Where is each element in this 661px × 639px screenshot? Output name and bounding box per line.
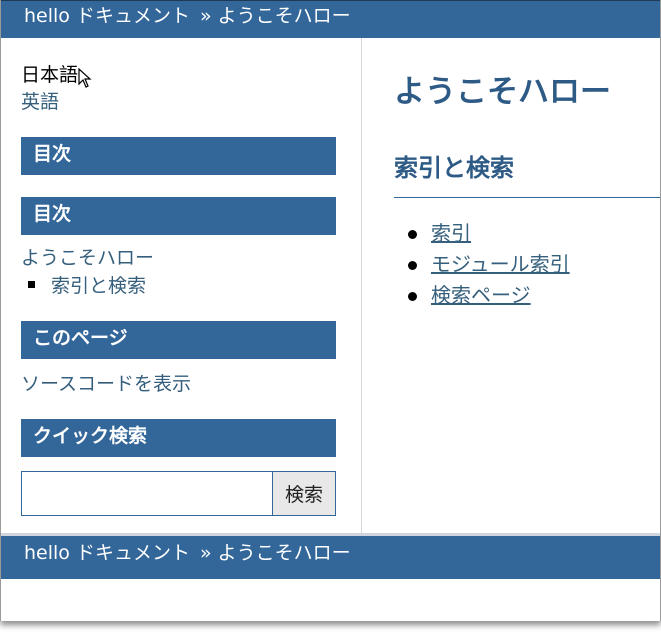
- list-item: 索引: [408, 219, 570, 250]
- toc-heading-secondary: 目次: [21, 197, 336, 235]
- toc-link-welcome[interactable]: ようこそハロー: [21, 243, 154, 270]
- breadcrumb-current: ようこそハロー: [217, 5, 351, 27]
- main-content: ようこそハロー 索引と検索 索引 モジュール索引 検索ページ: [363, 38, 660, 533]
- bottom-navbar: hello ドキュメント » ようこそハロー: [1, 533, 660, 579]
- index-links-list: 索引 モジュール索引 検索ページ: [408, 219, 570, 312]
- language-link-english[interactable]: 英語: [21, 87, 59, 114]
- square-bullet-icon: [28, 281, 35, 288]
- language-current: 日本語: [21, 64, 79, 86]
- breadcrumb-project-link[interactable]: hello ドキュメント: [24, 5, 190, 27]
- page-title: ようこそハロー: [394, 74, 611, 110]
- quick-search-heading: クイック検索: [21, 419, 336, 457]
- section-divider: [394, 197, 660, 198]
- link-genindex[interactable]: 索引: [431, 221, 471, 245]
- sidebar: 日本語 英語 目次 目次 ようこそハロー 索引と検索 このページ ソースコードを…: [1, 38, 362, 533]
- breadcrumb-current: ようこそハロー: [217, 542, 351, 564]
- top-navbar: hello ドキュメント » ようこそハロー: [1, 0, 660, 38]
- search-input[interactable]: [21, 471, 273, 516]
- breadcrumb-separator: »: [199, 5, 212, 27]
- browser-window: hello ドキュメント» ようこそハロー 日本語 英語 目次 目次 ようこそハロ…: [0, 0, 661, 621]
- toc-link-index-and-search[interactable]: 索引と検索: [51, 275, 146, 297]
- list-item: モジュール索引: [408, 250, 570, 281]
- this-page-heading: このページ: [21, 321, 336, 359]
- toc-subitem: 索引と検索: [28, 271, 146, 298]
- link-search-page[interactable]: 検索ページ: [431, 283, 531, 307]
- quick-search-form: 検索: [21, 471, 336, 517]
- toc-heading-primary: 目次: [21, 137, 336, 175]
- breadcrumb-separator: »: [199, 542, 212, 564]
- show-source-link[interactable]: ソースコードを表示: [21, 369, 191, 396]
- link-module-index[interactable]: モジュール索引: [431, 252, 570, 276]
- section-title: 索引と検索: [394, 154, 514, 182]
- search-button[interactable]: 検索: [272, 471, 336, 516]
- mouse-cursor-icon: [78, 68, 92, 88]
- list-item: 検索ページ: [408, 281, 570, 312]
- breadcrumb-project-link[interactable]: hello ドキュメント: [24, 542, 190, 564]
